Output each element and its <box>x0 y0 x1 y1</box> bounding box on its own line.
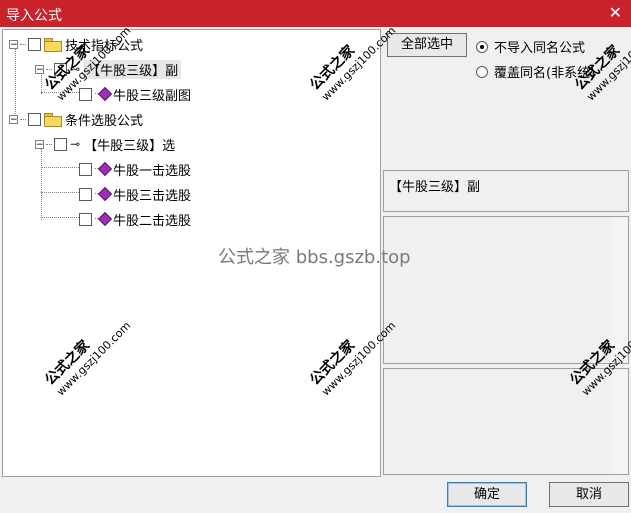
watermark-text: 公式之家 bbs.gszb.top <box>218 247 411 268</box>
folder-icon <box>44 112 62 127</box>
tree-node-label: 牛股一击选股 <box>113 163 192 179</box>
radio-unselected-icon[interactable] <box>476 65 488 78</box>
formula-gem-icon <box>95 162 109 176</box>
collapse-icon[interactable]: − <box>9 114 18 124</box>
radio-selected-icon[interactable] <box>476 40 488 53</box>
title-bar: 导入公式 ✕ <box>0 0 631 27</box>
tree-line <box>41 217 79 218</box>
tree-node-item2[interactable]: − ⊸ 【牛股三级】选 <box>35 134 175 154</box>
checkbox[interactable] <box>79 162 92 176</box>
formula-gem-icon <box>95 87 109 101</box>
tree-node-item2-child-2[interactable]: 牛股二击选股 <box>79 209 191 229</box>
folder-icon <box>44 37 62 52</box>
select-all-button[interactable]: 全部选中 <box>387 33 467 57</box>
ok-button[interactable]: 确定 <box>447 482 527 507</box>
tree-node-item2-child-0[interactable]: 牛股一击选股 <box>79 159 191 179</box>
scrollbar[interactable] <box>611 370 627 473</box>
radio-label: 不导入同名公式 <box>494 41 586 56</box>
tree-node-group2[interactable]: − 条件选股公式 <box>9 109 143 129</box>
formula-gem-icon <box>95 187 109 201</box>
checkbox[interactable] <box>54 137 67 151</box>
key-icon: ⊸ <box>70 137 81 151</box>
formula-gem-icon <box>95 212 109 226</box>
tree-dots <box>20 118 26 120</box>
tree-node-label: 条件选股公式 <box>65 113 144 129</box>
tree-node-label: 牛股三击选股 <box>113 188 192 204</box>
window-title: 导入公式 <box>6 8 62 24</box>
collapse-icon[interactable]: − <box>35 64 44 74</box>
collapse-icon[interactable]: − <box>9 39 18 49</box>
cancel-button[interactable]: 取消 <box>549 482 629 507</box>
tree-line <box>41 192 79 193</box>
close-icon[interactable]: ✕ <box>609 3 622 22</box>
radio-skip-same-name[interactable]: 不导入同名公式 <box>476 37 585 56</box>
tree-dots <box>46 143 52 145</box>
tree-node-label: 牛股二击选股 <box>113 213 192 229</box>
tree-line <box>41 167 79 168</box>
tree-node-item2-child-1[interactable]: 牛股三击选股 <box>79 184 191 204</box>
tree-line <box>41 148 42 220</box>
formula-detail-panel[interactable] <box>383 216 629 364</box>
tree-node-label: 【牛股三级】选 <box>84 138 176 154</box>
checkbox[interactable] <box>28 37 41 51</box>
checkbox[interactable] <box>79 212 92 226</box>
checkbox[interactable] <box>79 87 92 101</box>
collapse-icon[interactable]: − <box>35 139 44 149</box>
formula-description: 【牛股三级】副 <box>389 180 481 195</box>
tree-node-label: 牛股三级副图 <box>113 88 192 104</box>
tree-node-item1-child[interactable]: 牛股三级副图 <box>79 84 191 104</box>
tree-dots <box>20 43 26 45</box>
checkbox[interactable] <box>79 187 92 201</box>
checkbox[interactable] <box>28 112 41 126</box>
